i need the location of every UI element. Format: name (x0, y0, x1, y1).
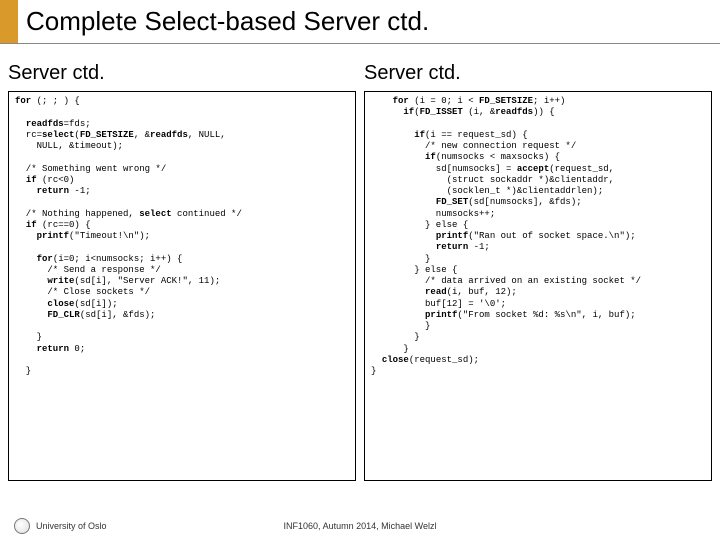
institution-name: University of Oslo (36, 521, 107, 531)
footer-left: University of Oslo (0, 518, 107, 534)
university-seal-icon (14, 518, 30, 534)
left-code-text: for (; ; ) { readfds=fds; rc=select(FD_S… (15, 96, 242, 376)
right-code-text: for (i = 0; i < FD_SETSIZE; i++) if(FD_I… (371, 96, 641, 376)
title-bar: Complete Select-based Server ctd. (0, 0, 720, 44)
slide-title: Complete Select-based Server ctd. (18, 0, 429, 43)
left-code: for (; ; ) { readfds=fds; rc=select(FD_S… (8, 91, 356, 481)
right-column: Server ctd. for (i = 0; i < FD_SETSIZE; … (364, 62, 712, 481)
footer: University of Oslo INF1060, Autumn 2014,… (0, 518, 720, 534)
left-heading: Server ctd. (8, 62, 356, 85)
right-heading: Server ctd. (364, 62, 712, 85)
left-column: Server ctd. for (; ; ) { readfds=fds; rc… (8, 62, 356, 481)
footer-attribution: INF1060, Autumn 2014, Michael Welzl (284, 521, 437, 531)
right-code: for (i = 0; i < FD_SETSIZE; i++) if(FD_I… (364, 91, 712, 481)
content-columns: Server ctd. for (; ; ) { readfds=fds; rc… (0, 44, 720, 489)
accent-stripe (0, 0, 18, 43)
